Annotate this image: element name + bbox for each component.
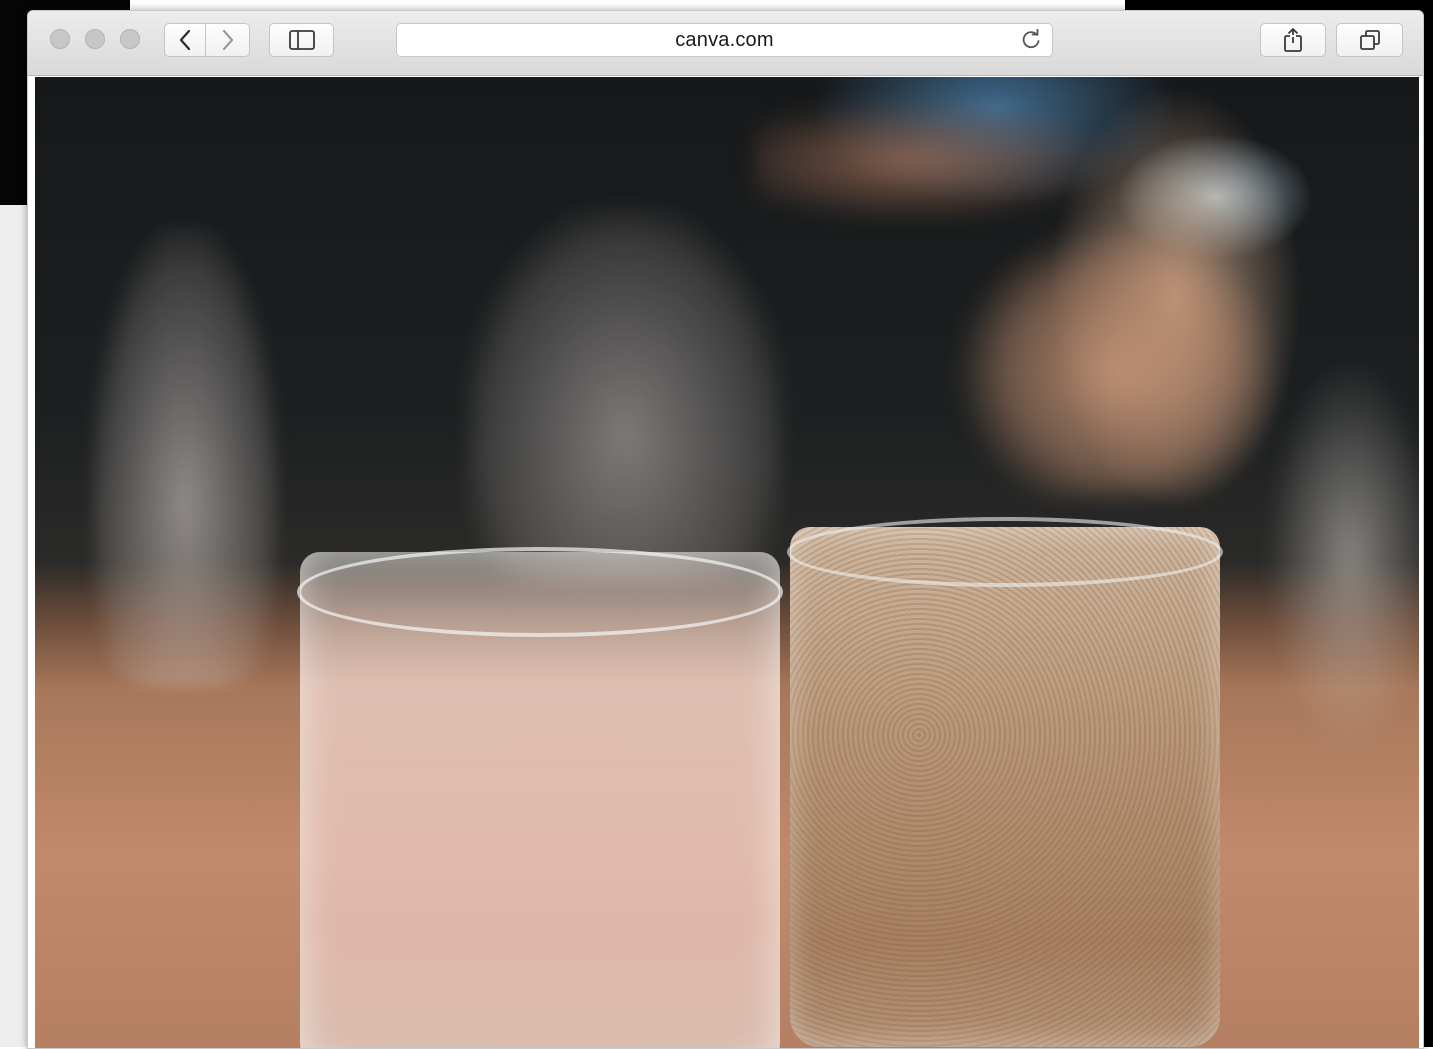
reload-icon[interactable] (1020, 29, 1042, 51)
browser-toolbar: canva.com (28, 11, 1423, 76)
address-bar[interactable]: canva.com (396, 23, 1053, 57)
close-window-button[interactable] (50, 29, 70, 49)
blurred-carafe-center (465, 207, 785, 587)
browser-window: canva.com (27, 10, 1424, 1049)
tabs-icon (1359, 30, 1380, 50)
grain-glass-rim (787, 517, 1223, 587)
blurred-glass-right (1265, 357, 1419, 757)
url-text: canva.com (675, 29, 774, 51)
sidebar-icon (288, 30, 315, 50)
minimize-window-button[interactable] (85, 29, 105, 49)
water-glass-rim (297, 547, 783, 637)
back-button[interactable] (164, 23, 206, 57)
blurred-carafe-left (90, 227, 280, 687)
desktop-background-light (0, 205, 30, 1047)
grain-glass (790, 527, 1220, 1047)
reaching-hand (755, 77, 1275, 497)
chevron-right-icon (222, 29, 233, 51)
chevron-left-icon (179, 29, 191, 51)
zoom-window-button[interactable] (120, 29, 140, 49)
video-frame[interactable] (35, 77, 1419, 1048)
share-icon (1284, 28, 1302, 52)
share-button[interactable] (1260, 23, 1326, 57)
show-tabs-button[interactable] (1336, 23, 1403, 57)
sidebar-toggle-button[interactable] (269, 23, 334, 57)
forward-button[interactable] (206, 23, 250, 57)
